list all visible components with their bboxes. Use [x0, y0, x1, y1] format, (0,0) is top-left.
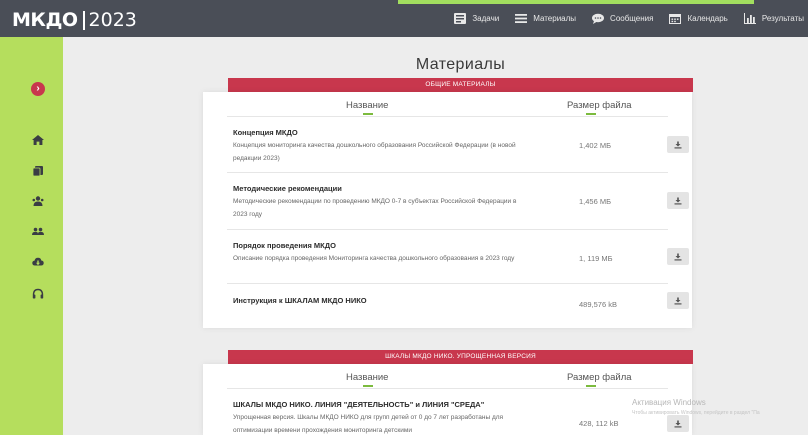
windows-activation-watermark: Активация Windows: [632, 398, 706, 407]
home-icon: [32, 135, 44, 145]
chat-icon: [592, 13, 605, 24]
nav-label: Сообщения: [610, 14, 654, 23]
file-size: 428, 112 kB: [579, 419, 619, 428]
download-button[interactable]: [667, 248, 689, 265]
material-title: ШКАЛЫ МКДО НИКО. ЛИНИЯ "ДЕЯТЕЛЬНОСТЬ" и …: [233, 400, 485, 409]
column-header-name: Название: [346, 100, 389, 111]
header-underline: [586, 385, 596, 387]
download-icon: [674, 141, 682, 148]
sidebar-item-home[interactable]: [31, 133, 45, 147]
sidebar: ›: [0, 37, 63, 435]
file-size: 1,456 МБ: [579, 197, 612, 206]
table-row: ШКАЛЫ МКДО НИКО. ЛИНИЯ "ДЕЯТЕЛЬНОСТЬ" и …: [227, 388, 689, 435]
table-row: Порядок проведения МКДО Описание порядка…: [227, 229, 689, 283]
column-header-name: Название: [346, 372, 389, 383]
material-title: Методические рекомендации: [233, 184, 342, 193]
nav-item-results[interactable]: Результаты: [743, 13, 804, 24]
material-description: Упрощенная версия. Шкалы МКДО НИКО для г…: [233, 414, 504, 434]
main-nav: Задачи Материалы Сообщения Календарь Рез…: [438, 0, 808, 37]
book-icon: [32, 166, 43, 177]
nav-item-materials[interactable]: Материалы: [515, 13, 576, 24]
sidebar-item-group[interactable]: [31, 224, 45, 238]
material-description: Описание порядка проведения Мониторинга …: [233, 255, 515, 262]
chart-icon: [743, 13, 756, 24]
headset-icon: [32, 288, 44, 299]
cloud-download-icon: [32, 257, 44, 266]
material-title: Порядок проведения МКДО: [233, 241, 336, 250]
sidebar-item-users[interactable]: [31, 194, 45, 208]
top-bar: МКДО 2023 Задачи Материалы Сообщения Кал…: [0, 0, 808, 37]
download-button[interactable]: [667, 136, 689, 153]
table-row: Методические рекомендации Методические р…: [227, 172, 689, 229]
logo[interactable]: МКДО 2023: [12, 9, 137, 31]
sidebar-toggle-button[interactable]: ›: [31, 82, 45, 96]
download-button[interactable]: [667, 292, 689, 309]
file-size: 1,402 МБ: [579, 141, 612, 150]
file-size: 489,576 kB: [579, 300, 617, 309]
materials-table-scales: Название Размер файла ШКАЛЫ МКДО НИКО. Л…: [203, 364, 692, 435]
download-icon: [674, 197, 682, 204]
file-size: 1, 119 МБ: [579, 254, 613, 263]
list-icon: [515, 14, 528, 23]
logo-divider: [82, 10, 85, 30]
table-header: Название Размер файла: [203, 364, 692, 388]
users-icon: [32, 196, 44, 206]
download-icon: [674, 420, 682, 427]
nav-label: Материалы: [533, 14, 577, 23]
group-icon: [32, 227, 44, 235]
column-header-size: Размер файла: [567, 100, 632, 111]
material-title: Концепция МКДО: [233, 128, 298, 137]
section-banner-general: ОБЩИЕ МАТЕРИАЛЫ: [228, 78, 693, 92]
nav-item-calendar[interactable]: Календарь: [669, 13, 728, 24]
material-title: Инструкция к ШКАЛАМ МКДО НИКО: [233, 296, 367, 305]
header-underline: [363, 113, 373, 115]
chevron-right-icon: ›: [36, 83, 40, 94]
logo-text: МКДО: [12, 9, 78, 31]
sidebar-item-download[interactable]: [31, 255, 45, 269]
download-icon: [674, 297, 682, 304]
table-header: Название Размер файла: [203, 92, 692, 116]
sidebar-item-support[interactable]: [31, 287, 45, 301]
section-banner-scales: ШКАЛЫ МКДО НИКО. УПРОЩЕННАЯ ВЕРСИЯ: [228, 350, 693, 364]
download-button[interactable]: [667, 192, 689, 209]
header-underline: [586, 113, 596, 115]
logo-year: 2023: [88, 9, 137, 31]
page-title: Материалы: [415, 56, 506, 73]
windows-activation-hint: Чтобы активировать Windows, перейдите в …: [632, 410, 760, 416]
column-header-size: Размер файла: [567, 372, 632, 383]
table-row: Концепция МКДО Концепция мониторинга кач…: [227, 116, 689, 172]
nav-item-tasks[interactable]: Задачи: [454, 13, 499, 24]
material-description: Концепция мониторинга качества дошкольно…: [233, 142, 516, 162]
download-icon: [674, 253, 682, 260]
download-button[interactable]: [667, 415, 689, 432]
nav-label: Результаты: [761, 14, 804, 23]
nav-label: Задачи: [472, 14, 500, 23]
material-description: Методические рекомендации по проведению …: [233, 198, 517, 218]
tasks-icon: [454, 13, 467, 24]
materials-table-general: Название Размер файла Концепция МКДО Кон…: [203, 92, 692, 328]
nav-item-messages[interactable]: Сообщения: [592, 13, 653, 24]
nav-label: Календарь: [687, 14, 728, 23]
header-underline: [363, 385, 373, 387]
table-row: Инструкция к ШКАЛАМ МКДО НИКО 489,576 kB: [227, 283, 689, 325]
sidebar-item-materials[interactable]: [31, 164, 45, 178]
calendar-icon: [669, 14, 682, 24]
